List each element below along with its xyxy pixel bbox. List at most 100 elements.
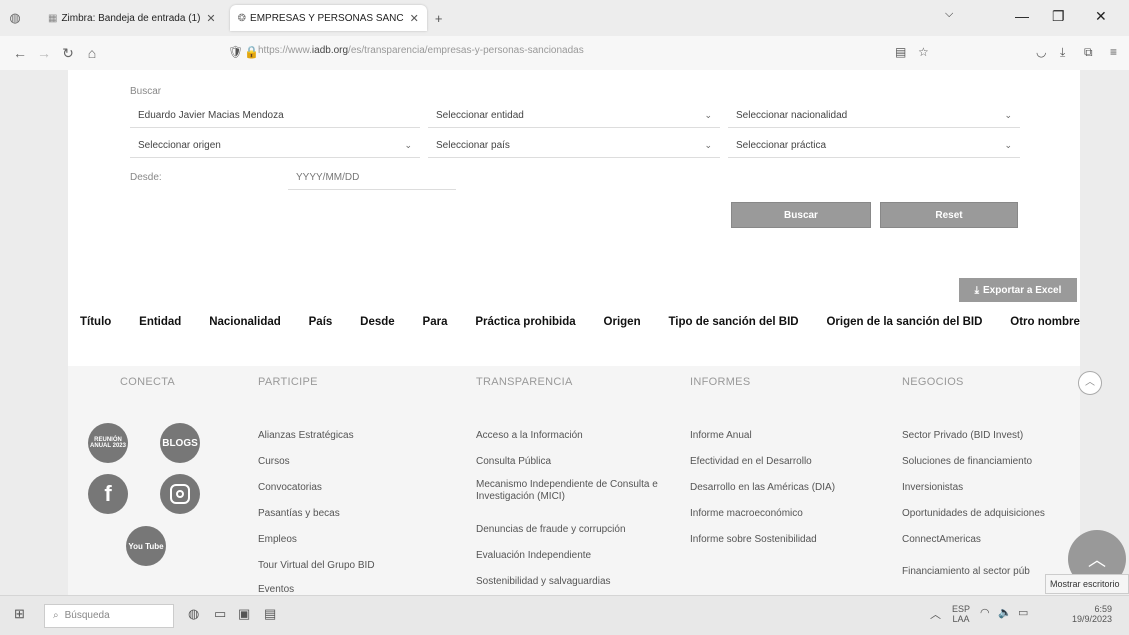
column-header[interactable]: Entidad bbox=[139, 316, 181, 328]
youtube-icon[interactable]: You Tube bbox=[126, 526, 166, 566]
tab-sanctioned[interactable]: ❂ EMPRESAS Y PERSONAS SANC ✕ bbox=[229, 5, 427, 31]
wifi-icon[interactable]: ◠ bbox=[980, 606, 990, 619]
footer-link[interactable]: Soluciones de financiamiento bbox=[902, 456, 1032, 468]
search-button[interactable]: Buscar bbox=[731, 202, 871, 228]
taskbar-search-placeholder: Búsqueda bbox=[64, 610, 110, 621]
firefox-taskbar-icon[interactable]: ◍ bbox=[188, 606, 199, 622]
column-header[interactable]: Para bbox=[423, 316, 448, 328]
footer-heading-informes: INFORMES bbox=[690, 376, 751, 388]
reset-button[interactable]: Reset bbox=[880, 202, 1018, 228]
bookmark-star-icon[interactable]: ☆ bbox=[918, 45, 929, 59]
footer-heading-negocios: NEGOCIOS bbox=[902, 376, 964, 388]
instagram-glyph bbox=[170, 484, 190, 504]
taskbar-search-input[interactable]: ⌕ Búsqueda bbox=[44, 604, 174, 628]
nationality-select[interactable]: Seleccionar nacionalidad ⌄ bbox=[728, 104, 1020, 128]
footer-link[interactable]: Alianzas Estratégicas bbox=[258, 430, 354, 442]
export-excel-button[interactable]: ⤓ Exportar a Excel bbox=[959, 278, 1077, 302]
close-icon[interactable]: ✕ bbox=[410, 12, 419, 25]
close-icon[interactable]: ✕ bbox=[206, 12, 215, 25]
footer-link[interactable]: Denuncias de fraude y corrupción bbox=[476, 524, 626, 536]
column-header[interactable]: Práctica prohibida bbox=[475, 316, 575, 328]
main-content: Buscar Eduardo Javier Macias Mendoza Sel… bbox=[68, 70, 1102, 595]
footer-link[interactable]: ConnectAmericas bbox=[902, 534, 981, 546]
window-close-icon[interactable]: ✕ bbox=[1095, 8, 1107, 25]
date-from-input[interactable]: YYYY/MM/DD bbox=[288, 166, 456, 190]
footer-link[interactable]: Inversionistas bbox=[902, 482, 963, 494]
url-path: /es/transparencia/empresas-y-personas-sa… bbox=[348, 45, 584, 56]
column-header[interactable]: País bbox=[309, 316, 333, 328]
footer-link[interactable]: Mecanismo Independiente de Consulta e In… bbox=[476, 479, 676, 503]
new-tab-button[interactable]: + bbox=[427, 5, 451, 31]
firefox-view-icon[interactable]: ◍ bbox=[0, 10, 30, 26]
column-header[interactable]: Título bbox=[80, 316, 111, 328]
back-icon[interactable]: ← bbox=[8, 45, 32, 61]
pocket-icon[interactable]: ◡ bbox=[1036, 45, 1046, 59]
footer-link[interactable]: Desarrollo en las Américas (DIA) bbox=[690, 482, 835, 494]
practice-select[interactable]: Seleccionar práctica ⌄ bbox=[728, 134, 1020, 158]
chevron-down-icon: ⌄ bbox=[704, 110, 712, 120]
footer-link[interactable]: Oportunidades de adquisiciones bbox=[902, 508, 1045, 520]
reload-icon[interactable]: ↻ bbox=[56, 45, 80, 62]
extensions-icon[interactable]: ⧉ bbox=[1084, 45, 1093, 60]
footer-heading-conecta: CONECTA bbox=[120, 376, 176, 388]
footer-heading-participe: PARTICIPE bbox=[258, 376, 318, 388]
footer-link[interactable]: Informe macroeconómico bbox=[690, 508, 803, 520]
entity-select[interactable]: Seleccionar entidad ⌄ bbox=[428, 104, 720, 128]
footer-link[interactable]: Convocatorias bbox=[258, 482, 322, 494]
download-icon: ⤓ bbox=[974, 284, 980, 296]
footer-link[interactable]: Consulta Pública bbox=[476, 456, 551, 468]
footer-link[interactable]: Sostenibilidad y salvaguardias bbox=[476, 576, 611, 588]
lock-icon[interactable]: 🔒 bbox=[244, 45, 259, 59]
footer-link[interactable]: Tour Virtual del Grupo BID bbox=[258, 560, 375, 572]
export-excel-label: Exportar a Excel bbox=[983, 284, 1062, 296]
column-header[interactable]: Desde bbox=[360, 316, 395, 328]
footer-link[interactable]: Empleos bbox=[258, 534, 297, 546]
search-icon: ⌕ bbox=[53, 610, 59, 621]
country-select[interactable]: Seleccionar país ⌄ bbox=[428, 134, 720, 158]
column-header[interactable]: Origen de la sanción del BID bbox=[826, 316, 982, 328]
footer-link[interactable]: Informe Anual bbox=[690, 430, 752, 442]
maximize-icon[interactable]: ❐ bbox=[1052, 8, 1065, 25]
downloads-icon[interactable]: ⤓ bbox=[1060, 45, 1065, 60]
origin-select[interactable]: Seleccionar origen ⌄ bbox=[130, 134, 420, 158]
column-header[interactable]: Tipo de sanción del BID bbox=[668, 316, 798, 328]
tracking-shield-icon[interactable]: 🛡 bbox=[228, 45, 243, 59]
footer-link[interactable]: Cursos bbox=[258, 456, 290, 468]
blogs-icon[interactable]: BLOGS bbox=[160, 423, 200, 463]
minimize-icon[interactable]: — bbox=[1015, 8, 1029, 24]
entity-select-value: Seleccionar entidad bbox=[436, 110, 524, 121]
home-icon[interactable]: ⌂ bbox=[80, 45, 104, 61]
acrobat-icon[interactable]: ▣ bbox=[238, 606, 250, 622]
footer-link[interactable]: Financiamiento al sector púb bbox=[902, 566, 1030, 578]
annual-meeting-2023-icon[interactable]: REUNIÓN ANUAL 2023 bbox=[88, 423, 128, 463]
scroll-to-top-button[interactable]: ︿ bbox=[1078, 371, 1102, 395]
column-header[interactable]: Otro nombre bbox=[1010, 316, 1080, 328]
menu-icon[interactable]: ≡ bbox=[1110, 45, 1117, 59]
word-icon[interactable]: ▤ bbox=[264, 606, 276, 622]
start-icon[interactable]: ⊞ bbox=[14, 606, 25, 622]
forward-icon[interactable]: → bbox=[32, 45, 56, 61]
url-bar[interactable]: https://www.iadb.org/es/transparencia/em… bbox=[258, 45, 584, 56]
tab-zimbra[interactable]: ▦ Zimbra: Bandeja de entrada (1) ✕ bbox=[40, 5, 224, 31]
facebook-icon[interactable]: f bbox=[88, 474, 128, 514]
clock[interactable]: 6:59 19/9/2023 bbox=[1072, 604, 1112, 624]
footer-link[interactable]: Informe sobre Sostenibilidad bbox=[690, 534, 817, 546]
file-explorer-icon[interactable]: ▭ bbox=[214, 606, 226, 622]
footer-link[interactable]: Sector Privado (BID Invest) bbox=[902, 430, 1023, 442]
volume-icon[interactable]: 🔈 bbox=[998, 606, 1012, 619]
search-input-value: Eduardo Javier Macias Mendoza bbox=[138, 110, 284, 121]
list-tabs-icon[interactable]: ⌵ bbox=[945, 8, 953, 21]
footer-link[interactable]: Evaluación Independiente bbox=[476, 550, 591, 562]
footer-link[interactable]: Efectividad en el Desarrollo bbox=[690, 456, 812, 468]
footer-link[interactable]: Pasantías y becas bbox=[258, 508, 340, 520]
search-input[interactable]: Eduardo Javier Macias Mendoza bbox=[130, 104, 420, 128]
reader-view-icon[interactable]: ▤ bbox=[895, 45, 906, 59]
column-header[interactable]: Origen bbox=[604, 316, 641, 328]
instagram-icon[interactable] bbox=[160, 474, 200, 514]
tray-chevron-up-icon[interactable]: ︿ bbox=[930, 606, 941, 622]
battery-icon[interactable]: ▭ bbox=[1018, 606, 1028, 619]
footer-link[interactable]: Acceso a la Información bbox=[476, 430, 583, 442]
column-header[interactable]: Nacionalidad bbox=[209, 316, 281, 328]
language-indicator[interactable]: ESP LAA bbox=[952, 604, 970, 624]
iadb-favicon-icon: ❂ bbox=[237, 12, 247, 24]
